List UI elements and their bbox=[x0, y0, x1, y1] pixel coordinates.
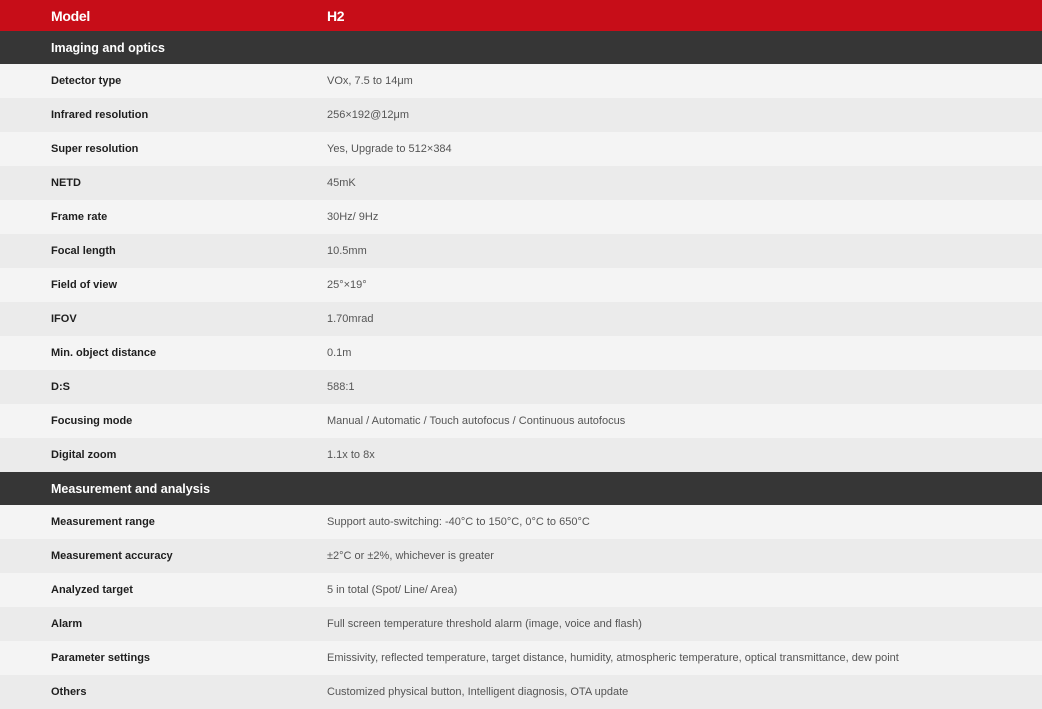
spec-row: Field of view 25°×19° bbox=[0, 268, 1042, 302]
spec-label: Super resolution bbox=[0, 132, 276, 166]
spec-value: 1.70mrad bbox=[276, 302, 1042, 336]
spec-label: Digital zoom bbox=[0, 438, 276, 472]
spec-value: 1.1x to 8x bbox=[276, 438, 1042, 472]
spec-row: Alarm Full screen temperature threshold … bbox=[0, 607, 1042, 641]
spec-row: Detector type VOx, 7.5 to 14μm bbox=[0, 64, 1042, 98]
section-header-measurement: Measurement and analysis bbox=[0, 472, 1042, 505]
spec-row: Parameter settings Emissivity, reflected… bbox=[0, 641, 1042, 675]
spec-label: Focal length bbox=[0, 234, 276, 268]
spec-label: Measurement accuracy bbox=[0, 539, 276, 573]
spec-row: Analyzed target 5 in total (Spot/ Line/ … bbox=[0, 573, 1042, 607]
spec-label: Infrared resolution bbox=[0, 98, 276, 132]
spec-label: Focusing mode bbox=[0, 404, 276, 438]
spec-value: Customized physical button, Intelligent … bbox=[276, 675, 1042, 709]
spec-value: Full screen temperature threshold alarm … bbox=[276, 607, 1042, 641]
spec-row: Measurement range Support auto-switching… bbox=[0, 505, 1042, 539]
spec-label: Parameter settings bbox=[0, 641, 276, 675]
spec-row: D:S 588:1 bbox=[0, 370, 1042, 404]
spec-value: 256×192@12μm bbox=[276, 98, 1042, 132]
spec-label: Detector type bbox=[0, 64, 276, 98]
spec-label: IFOV bbox=[0, 302, 276, 336]
spec-label: Alarm bbox=[0, 607, 276, 641]
spec-label: NETD bbox=[0, 166, 276, 200]
spec-row: Min. object distance 0.1m bbox=[0, 336, 1042, 370]
spec-table: Model H2 Imaging and optics Detector typ… bbox=[0, 0, 1042, 709]
spec-row: Focusing mode Manual / Automatic / Touch… bbox=[0, 404, 1042, 438]
spec-label: Measurement range bbox=[0, 505, 276, 539]
spec-label: Frame rate bbox=[0, 200, 276, 234]
spec-value: Support auto-switching: -40°C to 150°C, … bbox=[276, 505, 1042, 539]
spec-value: 588:1 bbox=[276, 370, 1042, 404]
spec-row: Super resolution Yes, Upgrade to 512×384 bbox=[0, 132, 1042, 166]
section-title: Imaging and optics bbox=[0, 31, 1042, 64]
section-header-imaging: Imaging and optics bbox=[0, 31, 1042, 64]
spec-row: Frame rate 30Hz/ 9Hz bbox=[0, 200, 1042, 234]
spec-value: VOx, 7.5 to 14μm bbox=[276, 64, 1042, 98]
spec-row: Focal length 10.5mm bbox=[0, 234, 1042, 268]
spec-row: Infrared resolution 256×192@12μm bbox=[0, 98, 1042, 132]
spec-value: ±2°C or ±2%, whichever is greater bbox=[276, 539, 1042, 573]
spec-label: D:S bbox=[0, 370, 276, 404]
spec-label: Others bbox=[0, 675, 276, 709]
spec-label: Field of view bbox=[0, 268, 276, 302]
model-label: Model bbox=[0, 0, 276, 31]
spec-value: 30Hz/ 9Hz bbox=[276, 200, 1042, 234]
spec-value: Yes, Upgrade to 512×384 bbox=[276, 132, 1042, 166]
spec-row: Others Customized physical button, Intel… bbox=[0, 675, 1042, 709]
model-value: H2 bbox=[276, 0, 1042, 31]
spec-row: Digital zoom 1.1x to 8x bbox=[0, 438, 1042, 472]
spec-value: 0.1m bbox=[276, 336, 1042, 370]
spec-row: NETD 45mK bbox=[0, 166, 1042, 200]
spec-label: Analyzed target bbox=[0, 573, 276, 607]
spec-value: Manual / Automatic / Touch autofocus / C… bbox=[276, 404, 1042, 438]
spec-value: Emissivity, reflected temperature, targe… bbox=[276, 641, 1042, 675]
spec-value: 10.5mm bbox=[276, 234, 1042, 268]
spec-label: Min. object distance bbox=[0, 336, 276, 370]
spec-value: 45mK bbox=[276, 166, 1042, 200]
section-title: Measurement and analysis bbox=[0, 472, 1042, 505]
spec-row: Measurement accuracy ±2°C or ±2%, whiche… bbox=[0, 539, 1042, 573]
model-header-row: Model H2 bbox=[0, 0, 1042, 31]
spec-row: IFOV 1.70mrad bbox=[0, 302, 1042, 336]
spec-value: 25°×19° bbox=[276, 268, 1042, 302]
spec-value: 5 in total (Spot/ Line/ Area) bbox=[276, 573, 1042, 607]
